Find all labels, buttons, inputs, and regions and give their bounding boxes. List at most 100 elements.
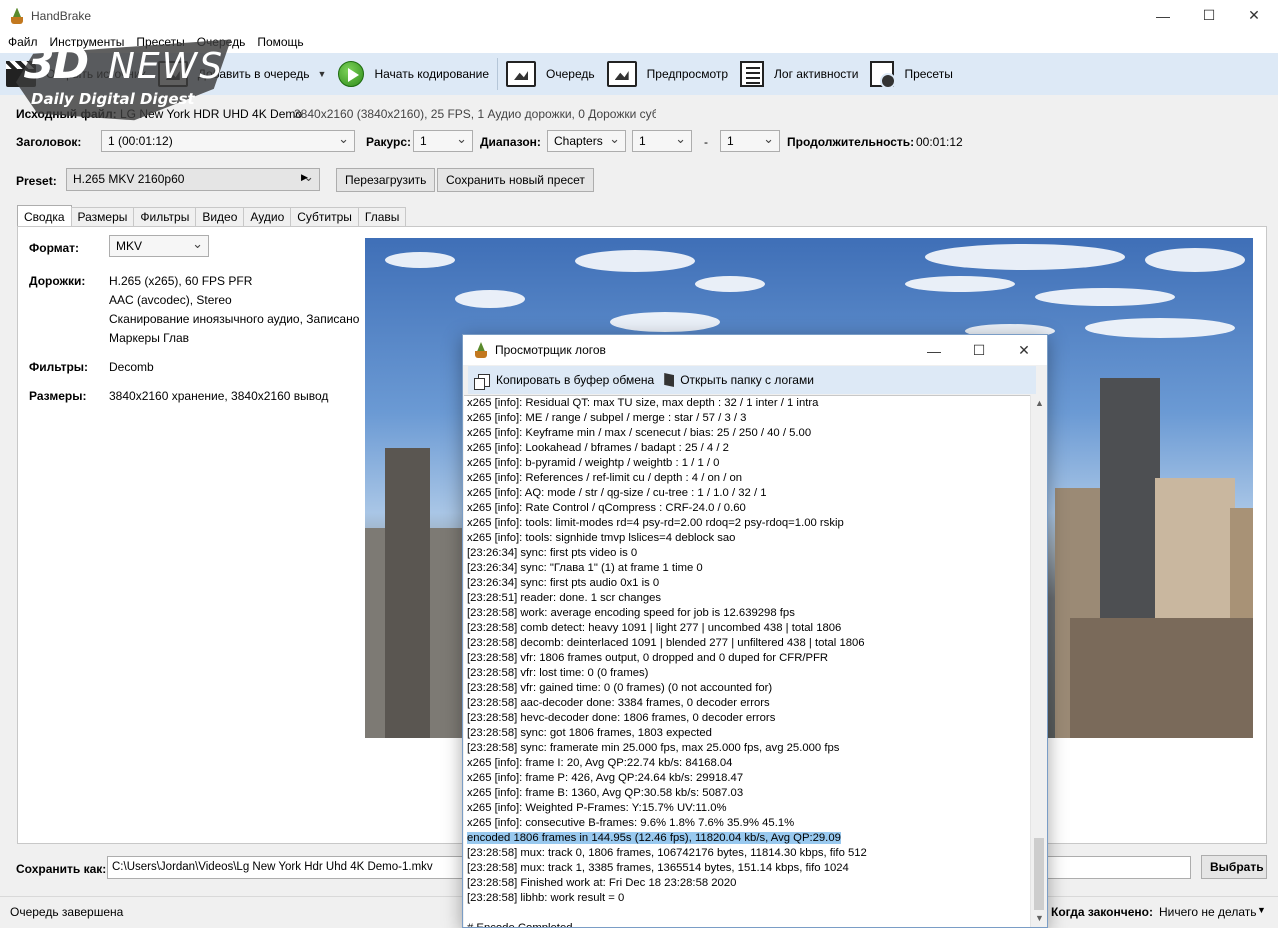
filters-label: Фильтры:: [29, 360, 89, 374]
start-encode-button[interactable]: Начать кодирование: [332, 53, 495, 95]
browse-button[interactable]: Выбрать: [1201, 855, 1267, 879]
log-line-text: x265 [info]: consecutive B-frames: 9.6% …: [467, 817, 795, 829]
cloud: [1085, 318, 1235, 338]
log-line-text: [23:26:34] sync: first pts video is 0: [467, 547, 638, 559]
log-line-text: x265 [info]: ME / range / subpel / merge…: [467, 412, 747, 424]
log-line: x265 [info]: tools: limit-modes rd=4 psy…: [464, 516, 1030, 531]
log-line-text: x265 [info]: frame P: 426, Avg QP:24.64 …: [467, 772, 744, 784]
track-video: H.265 (x265), 60 FPS PFR: [109, 274, 253, 288]
log-viewer-window: Просмотрщик логов — ☐ ✕ Копировать в буф…: [462, 334, 1048, 928]
title-select[interactable]: 1 (00:01:12): [101, 130, 355, 152]
minimize-button[interactable]: —: [1140, 0, 1186, 31]
range-dash: -: [704, 135, 708, 149]
tab-audio[interactable]: Аудио: [243, 207, 292, 227]
log-line: [23:28:58] vfr: gained time: 0 (0 frames…: [464, 681, 1030, 696]
log-line: x265 [info]: consecutive B-frames: 9.6% …: [464, 816, 1030, 831]
range-from-select[interactable]: 1: [632, 130, 692, 152]
log-line-text: [23:28:58] vfr: gained time: 0 (0 frames…: [467, 682, 773, 694]
log-line-text: x265 [info]: References / ref-limit cu /…: [467, 472, 743, 484]
queue-button[interactable]: Очередь: [500, 53, 601, 95]
save-new-preset-button[interactable]: Сохранить новый пресет: [437, 168, 594, 192]
track-foreign-scan: Сканирование иноязычного аудио, Записано: [109, 312, 360, 326]
track-chapters: Маркеры Глав: [109, 331, 190, 345]
log-line-text: x265 [info]: Weighted P-Frames: Y:15.7% …: [467, 802, 727, 814]
scroll-thumb[interactable]: [1034, 838, 1044, 910]
log-line-text: x265 [info]: Rate Control / qCompress : …: [467, 502, 746, 514]
scroll-up-arrow-icon[interactable]: ▲: [1031, 395, 1048, 412]
log-line-text: [23:28:58] aac-decoder done: 3384 frames…: [467, 697, 770, 709]
log-close-button[interactable]: ✕: [1001, 335, 1047, 366]
menu-file[interactable]: Файл: [2, 35, 44, 49]
presets-gear-icon: [870, 61, 897, 89]
log-icon: [740, 61, 765, 87]
log-minimize-button[interactable]: —: [911, 335, 957, 366]
copy-icon: [474, 373, 490, 390]
cloud: [695, 276, 765, 292]
preview-button[interactable]: Предпросмотр: [601, 53, 734, 95]
activity-log-button[interactable]: Лог активности: [734, 53, 864, 95]
menu-queue[interactable]: Очередь: [191, 35, 252, 49]
maximize-button[interactable]: ☐: [1186, 0, 1232, 31]
preset-select[interactable]: H.265 MKV 2160p60 ▶: [66, 168, 320, 191]
range-to-select[interactable]: 1: [720, 130, 780, 152]
log-line: encoded 1806 frames in 144.95s (12.46 fp…: [464, 831, 1030, 846]
tab-filters[interactable]: Фильтры: [133, 207, 197, 227]
folder-icon: [664, 373, 675, 387]
chevron-right-icon: ▶: [301, 172, 311, 183]
log-maximize-button[interactable]: ☐: [956, 335, 1002, 366]
angle-label: Ракурс:: [366, 135, 412, 149]
filters-value: Decomb: [109, 360, 154, 374]
when-done-select[interactable]: Ничего не делать: [1159, 905, 1257, 919]
save-as-label: Сохранить как:: [16, 862, 107, 876]
tab-video[interactable]: Видео: [195, 207, 245, 227]
source-row: Исходный файл: LG New York HDR UHD 4K De…: [0, 96, 1278, 122]
cloud: [1145, 248, 1245, 272]
reload-preset-button[interactable]: Перезагрузить: [336, 168, 436, 192]
chevron-down-icon[interactable]: ▼: [1257, 905, 1266, 915]
building: [1070, 618, 1253, 738]
close-button[interactable]: ✕: [1231, 0, 1277, 31]
log-line-text: x265 [info]: tools: limit-modes rd=4 psy…: [467, 517, 844, 529]
log-scrollbar[interactable]: ▲ ▼: [1030, 395, 1047, 927]
source-name: LG New York HDR UHD 4K Demo: [120, 107, 303, 121]
menu-help[interactable]: Помощь: [251, 35, 309, 49]
add-to-queue-button[interactable]: Добавить в очередь ▼: [152, 53, 333, 95]
cloud: [575, 250, 695, 272]
cloud: [455, 290, 525, 308]
log-line-text: [23:28:58] work: average encoding speed …: [467, 607, 795, 619]
toolbar-divider: [497, 58, 499, 90]
log-line: x265 [info]: Weighted P-Frames: Y:15.7% …: [464, 801, 1030, 816]
log-line-text: [23:28:58] vfr: lost time: 0 (0 frames): [467, 667, 649, 679]
copy-to-clipboard-button[interactable]: Копировать в буфер обмена: [474, 373, 654, 390]
log-line-text: x265 [info]: frame B: 1360, Avg QP:30.58…: [467, 787, 744, 799]
menu-presets[interactable]: Пресеты: [130, 35, 190, 49]
tab-subtitles[interactable]: Субтитры: [290, 207, 359, 227]
log-text-area[interactable]: x265 [info]: Residual QT: max TU size, m…: [464, 395, 1030, 927]
tab-chapters[interactable]: Главы: [357, 207, 407, 227]
clapperboard-icon: [6, 61, 36, 87]
log-line-text: [23:28:58] comb detect: heavy 1091 | lig…: [467, 622, 842, 634]
menu-tools[interactable]: Инструменты: [44, 35, 131, 49]
log-line: [23:26:34] sync: first pts video is 0: [464, 546, 1030, 561]
chevron-down-icon[interactable]: ▼: [318, 69, 327, 79]
log-line-text: [23:28:58] Finished work at: Fri Dec 18 …: [467, 877, 737, 889]
log-line-text: [23:28:58] hevc-decoder done: 1806 frame…: [467, 712, 776, 724]
log-line: x265 [info]: References / ref-limit cu /…: [464, 471, 1030, 486]
open-source-button[interactable]: Открыть источник: [0, 53, 152, 95]
when-done-label: Когда закончено:: [1051, 905, 1153, 919]
handbrake-app-icon: [9, 7, 25, 24]
duration-value: 00:01:12: [916, 135, 963, 149]
tracks-label: Дорожки:: [29, 274, 86, 288]
tab-summary[interactable]: Сводка: [17, 205, 72, 227]
open-log-folder-button[interactable]: Открыть папку с логами: [664, 373, 814, 387]
sizes-label: Размеры:: [29, 389, 87, 403]
range-type-select[interactable]: Chapters: [547, 130, 626, 152]
tab-dimensions[interactable]: Размеры: [70, 207, 135, 227]
presets-button[interactable]: Пресеты: [864, 53, 958, 95]
source-label: Исходный файл:: [16, 107, 117, 121]
log-line: [23:28:58] mux: track 1, 3385 frames, 13…: [464, 861, 1030, 876]
log-line-text: [23:26:34] sync: "Глава 1" (1) at frame …: [467, 562, 703, 574]
scroll-down-arrow-icon[interactable]: ▼: [1031, 910, 1048, 927]
angle-select[interactable]: 1: [413, 130, 473, 152]
format-select[interactable]: MKV: [109, 235, 209, 257]
